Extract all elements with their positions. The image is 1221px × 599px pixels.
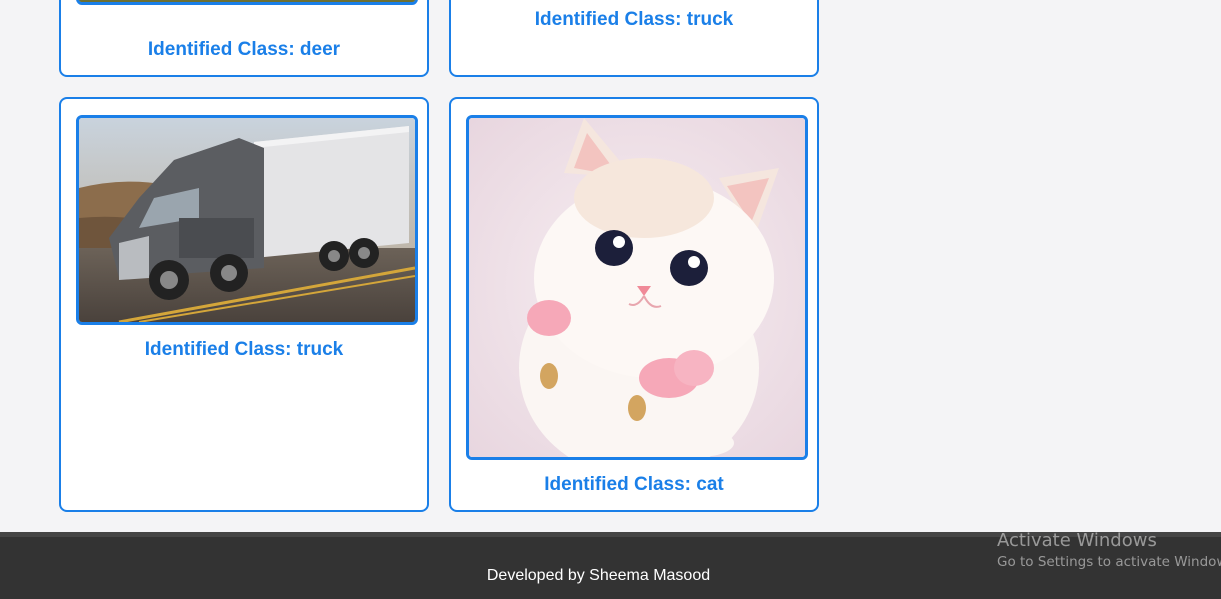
result-card-truck: Identified Class: truck	[59, 97, 429, 512]
windows-activation-watermark: Activate Windows Go to Settings to activ…	[997, 530, 1221, 572]
result-card-deer: Identified Class: deer	[59, 0, 429, 77]
result-card-cat: Identified Class: cat	[449, 97, 819, 512]
card-label: Identified Class: truck	[534, 9, 734, 30]
deer-image	[76, 0, 418, 5]
watermark-title: Activate Windows	[997, 530, 1157, 551]
truck-image	[76, 115, 418, 325]
result-card-truck: Identified Class: truck	[449, 0, 819, 77]
results-page: Identified Class: deer Identified Class:…	[0, 0, 1221, 599]
cat-image	[466, 115, 808, 460]
card-label: Identified Class: truck	[144, 339, 344, 360]
watermark-subtitle: Go to Settings to activate Windows.	[997, 554, 1221, 570]
card-label: Identified Class: cat	[544, 474, 724, 495]
card-label: Identified Class: deer	[147, 39, 341, 60]
